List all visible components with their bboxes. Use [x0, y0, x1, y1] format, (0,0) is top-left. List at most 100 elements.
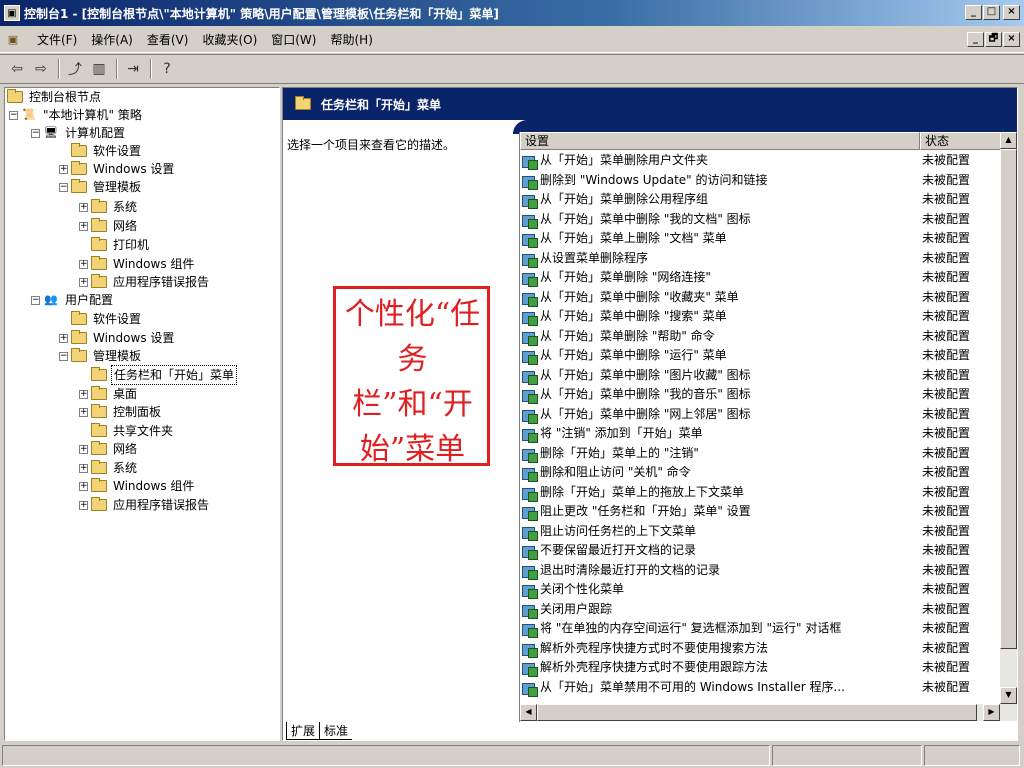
expander-icon[interactable]: −: [59, 351, 68, 361]
menu-action[interactable]: 操作(A): [84, 30, 140, 50]
menu-help[interactable]: 帮助(H): [323, 30, 379, 50]
console-window-icon[interactable]: ▣: [4, 31, 22, 49]
expander-icon[interactable]: +: [79, 389, 88, 399]
expander-icon[interactable]: +: [59, 164, 68, 174]
expander-icon[interactable]: −: [31, 295, 40, 305]
expander-icon[interactable]: −: [59, 182, 68, 192]
help-icon[interactable]: ?: [156, 58, 178, 80]
tree-item[interactable]: 共享文件夹: [79, 422, 175, 440]
child-minimize-button[interactable]: _: [967, 32, 984, 47]
child-close-button[interactable]: ×: [1003, 32, 1020, 47]
table-row[interactable]: 从「开始」菜单删除公用程序组 未被配置: [520, 190, 1000, 210]
show-tree-icon[interactable]: ▥: [88, 58, 110, 80]
expander-icon[interactable]: +: [59, 333, 68, 343]
table-row[interactable]: 将 "在单独的内存空间运行" 复选框添加到 "运行" 对话框 未被配置: [520, 619, 1000, 639]
settings-list[interactable]: 设置 状态 从「开始」菜单删除用户文件夹 未被配置 删除到 "Windows Upd…: [519, 132, 1017, 722]
table-row[interactable]: 不要保留最近打开文档的记录 未被配置: [520, 541, 1000, 561]
table-row[interactable]: 从「开始」菜单中删除 "我的音乐" 图标 未被配置: [520, 385, 1000, 405]
table-row[interactable]: 从「开始」菜单禁用不可用的 Windows Installer 程序... 未被配…: [520, 678, 1000, 698]
expander-icon[interactable]: +: [79, 259, 88, 269]
tree-item[interactable]: + Windows 组件: [79, 255, 196, 273]
tree-item[interactable]: − 管理模板: [59, 347, 143, 365]
table-row[interactable]: 删除「开始」菜单上的 "注销" 未被配置: [520, 444, 1000, 464]
tree-item[interactable]: − 👥 用户配置: [31, 291, 115, 309]
scroll-right-icon[interactable]: ▶: [983, 704, 1000, 721]
tree-item[interactable]: + 控制面板: [79, 403, 163, 421]
expander-icon[interactable]: −: [31, 128, 40, 138]
export-list-icon[interactable]: ⇥: [122, 58, 144, 80]
table-row[interactable]: 阻止访问任务栏的上下文菜单 未被配置: [520, 522, 1000, 542]
expander-icon[interactable]: +: [79, 444, 88, 454]
forward-arrow-icon[interactable]: ⇨: [30, 58, 52, 80]
table-row[interactable]: 将 "注销" 添加到「开始」菜单 未被配置: [520, 424, 1000, 444]
table-row[interactable]: 解析外壳程序快捷方式时不要使用跟踪方法 未被配置: [520, 658, 1000, 678]
tree-item[interactable]: + Windows 设置: [59, 329, 176, 347]
tree-item[interactable]: + 系统: [79, 198, 139, 216]
tree-item[interactable]: − 🖥 计算机配置: [31, 124, 127, 142]
table-row[interactable]: 从「开始」菜单上删除 "文档" 菜单 未被配置: [520, 229, 1000, 249]
tree-item[interactable]: 软件设置: [59, 310, 143, 328]
tree-item[interactable]: + 应用程序错误报告: [79, 496, 211, 514]
scroll-up-icon[interactable]: ▲: [1000, 132, 1017, 149]
expander-icon[interactable]: +: [79, 407, 88, 417]
tree-item[interactable]: + Windows 设置: [59, 160, 176, 178]
tree-item[interactable]: + 桌面: [79, 385, 139, 403]
table-row[interactable]: 删除「开始」菜单上的拖放上下文菜单 未被配置: [520, 483, 1000, 503]
expander-icon[interactable]: +: [79, 202, 88, 212]
table-row[interactable]: 从「开始」菜单中删除 "运行" 菜单 未被配置: [520, 346, 1000, 366]
table-row[interactable]: 关闭用户跟踪 未被配置: [520, 600, 1000, 620]
table-row[interactable]: 从「开始」菜单删除 "网络连接" 未被配置: [520, 268, 1000, 288]
table-row[interactable]: 从「开始」菜单中删除 "网上邻居" 图标 未被配置: [520, 405, 1000, 425]
minimize-button[interactable]: _: [965, 5, 982, 20]
table-row[interactable]: 关闭个性化菜单 未被配置: [520, 580, 1000, 600]
table-row[interactable]: 从「开始」菜单删除用户文件夹 未被配置: [520, 151, 1000, 171]
tree-item[interactable]: + 网络: [79, 217, 139, 235]
close-button[interactable]: ×: [1003, 5, 1020, 20]
table-row[interactable]: 从「开始」菜单中删除 "搜索" 菜单 未被配置: [520, 307, 1000, 327]
tree-item[interactable]: + Windows 组件: [79, 477, 196, 495]
mmc-app-icon[interactable]: ▣: [4, 5, 20, 21]
scroll-thumb[interactable]: [1000, 149, 1017, 649]
column-header-setting[interactable]: 设置: [520, 132, 920, 150]
h-scroll-thumb[interactable]: [537, 704, 977, 721]
column-header-state[interactable]: 状态: [920, 132, 1002, 150]
tab-standard[interactable]: 标准: [320, 722, 353, 740]
expander-icon[interactable]: +: [79, 277, 88, 287]
menu-window[interactable]: 窗口(W): [264, 30, 323, 50]
table-row[interactable]: 退出时清除最近打开的文档的记录 未被配置: [520, 561, 1000, 581]
vertical-scrollbar[interactable]: ▲ ▼: [1000, 132, 1017, 704]
console-tree[interactable]: 控制台根节点 − 📜 "本地计算机" 策略 − 🖥 计算机配置 软件设置 + Window…: [4, 87, 280, 741]
tree-item[interactable]: + 网络: [79, 440, 139, 458]
table-row[interactable]: 从「开始」菜单中删除 "我的文档" 图标 未被配置: [520, 210, 1000, 230]
table-row[interactable]: 删除和阻止访问 "关机" 命令 未被配置: [520, 463, 1000, 483]
scroll-left-icon[interactable]: ◀: [520, 704, 537, 721]
expander-icon[interactable]: −: [9, 110, 18, 120]
tab-extended[interactable]: 扩展: [286, 722, 321, 740]
table-row[interactable]: 阻止更改 "任务栏和「开始」菜单" 设置 未被配置: [520, 502, 1000, 522]
tree-item[interactable]: 控制台根节点: [7, 88, 103, 106]
menu-view[interactable]: 查看(V): [140, 30, 196, 50]
back-arrow-icon[interactable]: ⇦: [6, 58, 28, 80]
scroll-down-icon[interactable]: ▼: [1000, 687, 1017, 704]
expander-icon[interactable]: +: [79, 481, 88, 491]
tree-item[interactable]: − 管理模板: [59, 178, 143, 196]
tree-item[interactable]: 软件设置: [59, 142, 143, 160]
child-restore-button[interactable]: 🗗: [985, 32, 1002, 47]
tree-item-selected[interactable]: 任务栏和「开始」菜单: [79, 365, 238, 385]
table-row[interactable]: 从「开始」菜单中删除 "图片收藏" 图标 未被配置: [520, 366, 1000, 386]
menu-file[interactable]: 文件(F): [30, 30, 84, 50]
expander-icon[interactable]: +: [79, 221, 88, 231]
up-folder-icon[interactable]: ⤴: [64, 58, 86, 80]
tree-item[interactable]: + 系统: [79, 459, 139, 477]
tree-item[interactable]: − 📜 "本地计算机" 策略: [9, 106, 144, 124]
expander-icon[interactable]: +: [79, 463, 88, 473]
tree-item[interactable]: 打印机: [79, 236, 151, 254]
table-row[interactable]: 解析外壳程序快捷方式时不要使用搜索方法 未被配置: [520, 639, 1000, 659]
maximize-button[interactable]: □: [983, 5, 1000, 20]
table-row[interactable]: 从「开始」菜单中删除 "收藏夹" 菜单 未被配置: [520, 288, 1000, 308]
table-row[interactable]: 从「开始」菜单删除 "帮助" 命令 未被配置: [520, 327, 1000, 347]
horizontal-scrollbar[interactable]: ◀ ▶: [520, 704, 1017, 721]
table-row[interactable]: 从设置菜单删除程序 未被配置: [520, 249, 1000, 269]
menu-favorites[interactable]: 收藏夹(O): [195, 30, 264, 50]
expander-icon[interactable]: +: [79, 500, 88, 510]
